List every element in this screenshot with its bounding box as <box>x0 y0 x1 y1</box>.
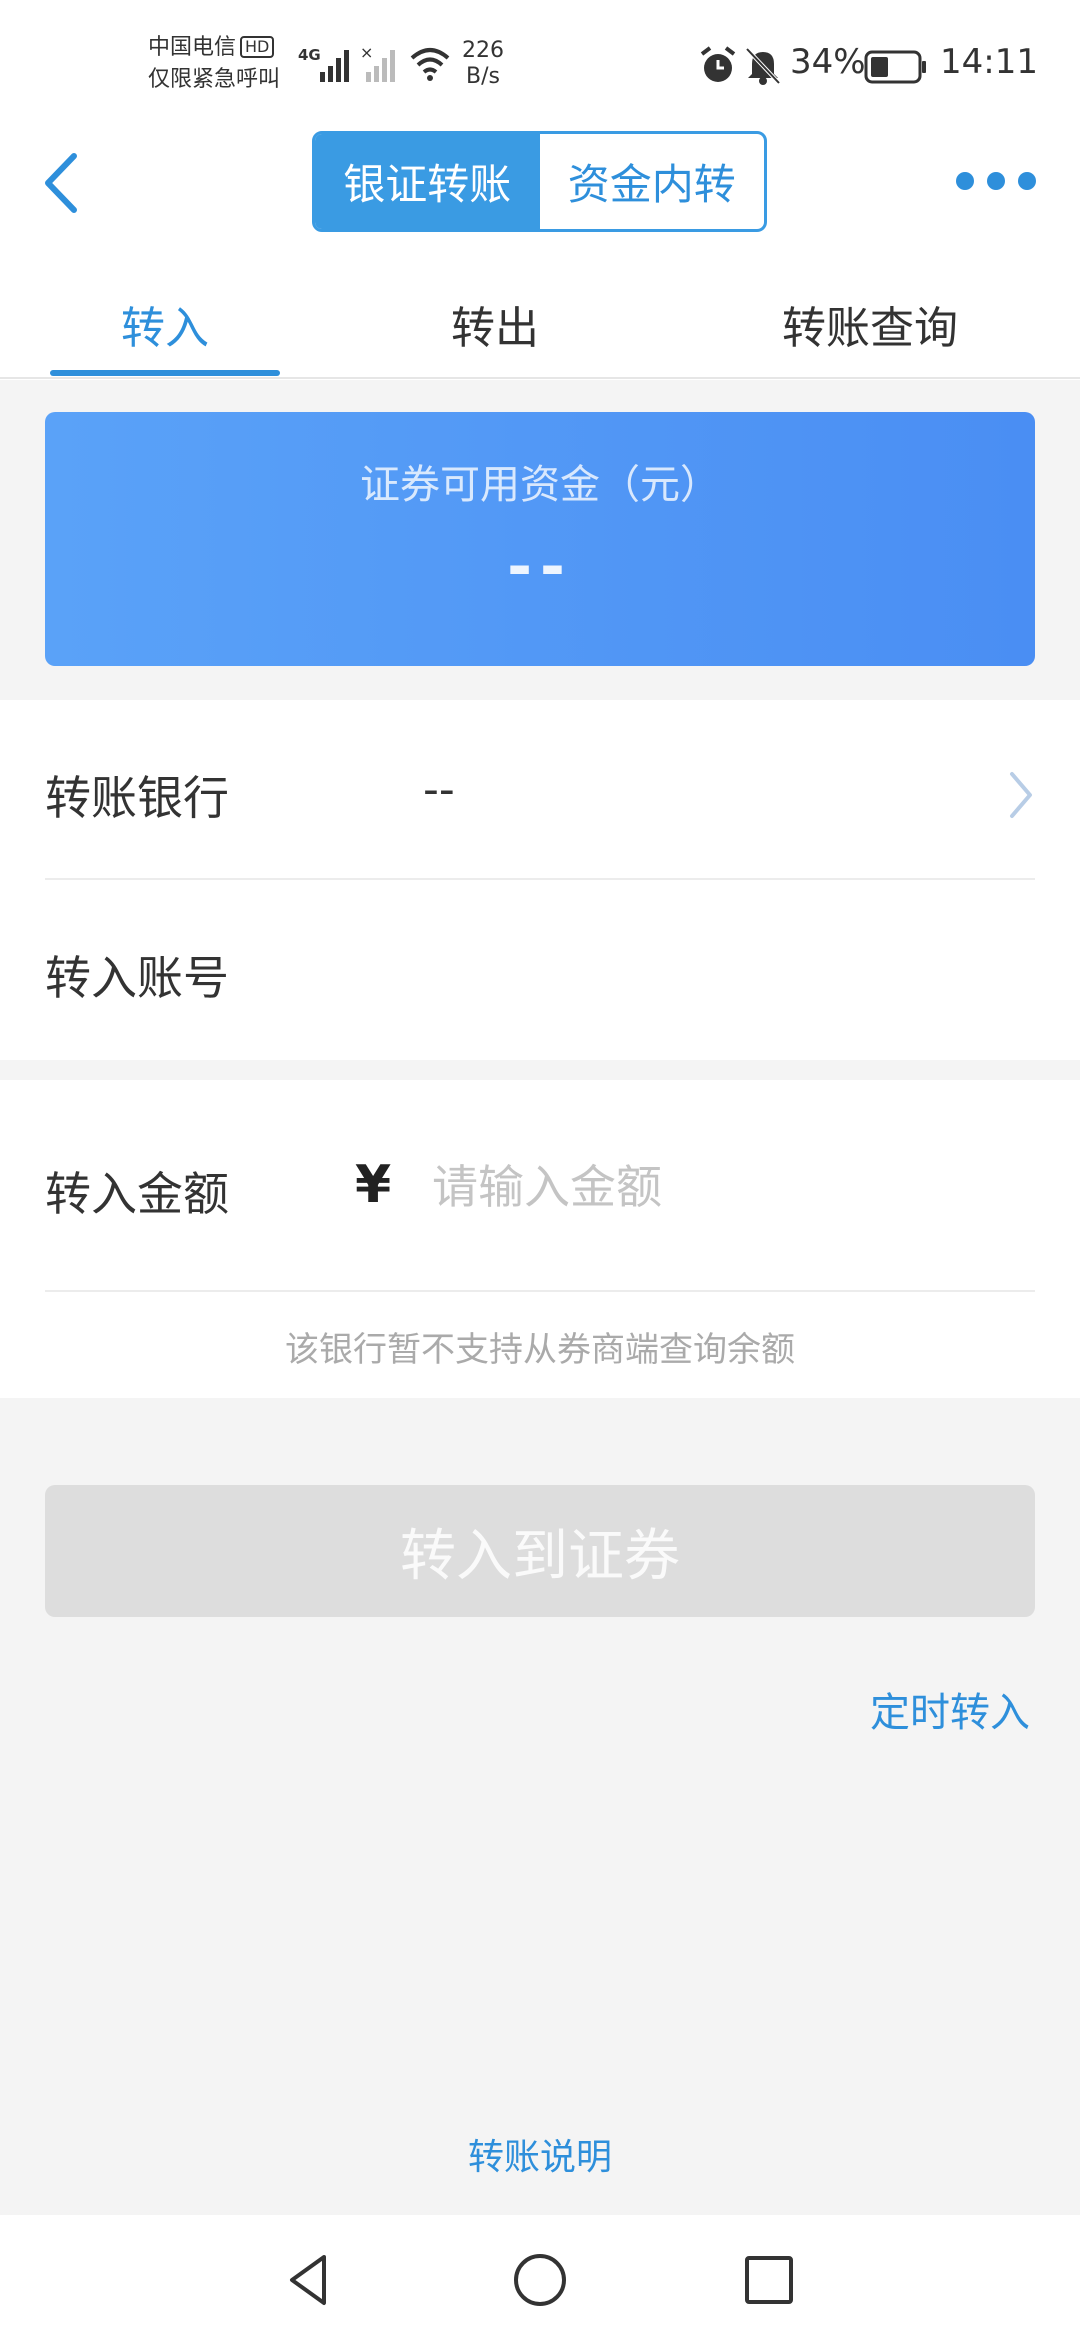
system-nav-bar <box>0 2215 1080 2340</box>
segment-control: 银证转账 资金内转 <box>312 131 767 232</box>
mute-bell-icon <box>745 47 781 85</box>
signal-no-service-icon: × <box>360 44 395 82</box>
chevron-right-icon <box>1010 772 1032 818</box>
available-funds-value: -- <box>507 532 573 602</box>
wifi-icon <box>410 48 450 81</box>
recents-square-icon[interactable] <box>734 2245 804 2315</box>
battery-icon <box>864 50 926 84</box>
tab-indicator <box>50 370 280 376</box>
header-divider <box>0 377 1080 379</box>
amount-label: 转入金额 <box>45 1167 229 1221</box>
segment-bank-securities-transfer[interactable]: 银证转账 <box>315 134 540 229</box>
more-dot <box>956 172 974 190</box>
tab-transfer-in[interactable]: 转入 <box>50 270 280 378</box>
hd-badge: HD <box>240 36 275 58</box>
transfer-explanation-link[interactable]: 转账说明 <box>0 2128 1080 2180</box>
segment-internal-funds-transfer[interactable]: 资金内转 <box>540 134 765 229</box>
available-funds-title: 证券可用资金（元） <box>360 462 720 508</box>
battery-percent: 34% <box>790 42 866 82</box>
carrier-status: 仅限紧急呼叫 <box>148 67 281 92</box>
tab-bar: 转入 转出 转账查询 <box>0 270 1080 378</box>
amount-input[interactable] <box>432 1152 1022 1222</box>
carrier-info: 中国电信 HD 仅限紧急呼叫 <box>148 32 280 96</box>
svg-text:×: × <box>360 44 373 62</box>
transfer-to-securities-button[interactable]: 转入到证券 <box>45 1485 1035 1617</box>
speed-unit: B/s <box>466 64 500 89</box>
carrier-name: 中国电信 <box>148 35 237 60</box>
signal-icon <box>320 50 349 82</box>
more-dots-icon[interactable] <box>956 168 1036 194</box>
scheduled-transfer-link[interactable]: 定时转入 <box>870 1680 1030 1738</box>
bank-value: -- <box>423 764 455 815</box>
bank-label: 转账银行 <box>45 771 229 825</box>
status-bar: 中国电信 HD 仅限紧急呼叫 4G × 226 B/s 34% 14:11 <box>0 0 1080 130</box>
alarm-icon <box>700 46 736 82</box>
more-dot <box>1018 172 1036 190</box>
currency-symbol: ¥ <box>355 1155 392 1215</box>
more-dot <box>987 172 1005 190</box>
home-circle-icon[interactable] <box>505 2245 575 2315</box>
row-divider <box>45 1290 1035 1292</box>
back-triangle-icon[interactable] <box>274 2245 344 2315</box>
tab-transfer-query[interactable]: 转账查询 <box>740 270 1000 378</box>
available-funds-card: 证券可用资金（元） -- <box>45 412 1035 666</box>
clock: 14:11 <box>940 42 1038 82</box>
back-arrow-icon[interactable] <box>38 148 88 218</box>
speed-value: 226 <box>462 38 504 63</box>
account-label: 转入账号 <box>45 951 229 1005</box>
tab-transfer-out[interactable]: 转出 <box>380 270 610 378</box>
network-speed: 226 B/s <box>462 38 504 90</box>
balance-query-hint: 该银行暂不支持从券商端查询余额 <box>285 1330 795 1370</box>
row-divider <box>45 878 1035 880</box>
